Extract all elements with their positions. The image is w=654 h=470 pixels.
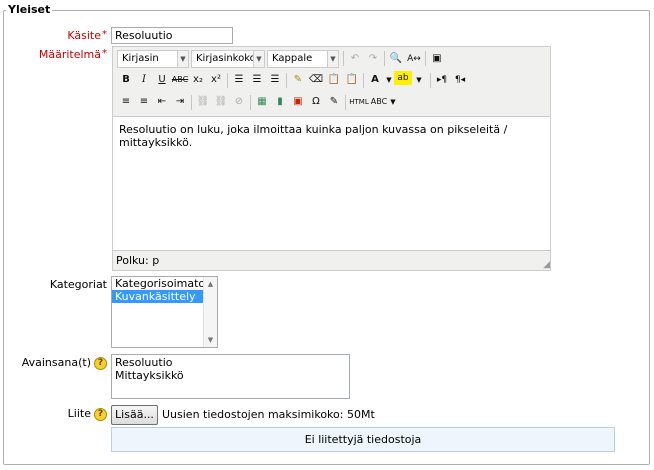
eraser-icon[interactable]: ⌫ bbox=[307, 71, 325, 89]
cleanup-brush-icon[interactable]: ✎ bbox=[289, 71, 307, 89]
font-family-select[interactable]: Kirjasin ▼ bbox=[117, 50, 189, 68]
required-mark: * bbox=[102, 29, 107, 40]
keyword-line: Resoluutio bbox=[115, 356, 173, 369]
toolbar-separator bbox=[425, 51, 426, 66]
editor-content-area[interactable]: Resoluutio on luku, joka ilmoittaa kuink… bbox=[113, 116, 550, 251]
font-size-value: Kirjasinkoko bbox=[196, 53, 256, 64]
format-select[interactable]: Kappale ▼ bbox=[267, 50, 339, 68]
editor-toolbar-row-2: B I U ABC x₂ x² ☰ ☰ ☰ ✎ ⌫ 📋 📋 A ▼ ab ▼ ▸… bbox=[113, 70, 550, 91]
nolink-icon[interactable]: ⊘ bbox=[230, 93, 248, 111]
chevron-down-icon: ▼ bbox=[327, 51, 338, 67]
indent-icon[interactable]: ⇥ bbox=[171, 93, 189, 111]
category-option[interactable]: Kuvankäsittely bbox=[112, 290, 204, 303]
categories-label: Kategoriat bbox=[49, 278, 107, 291]
superscript-icon[interactable]: x² bbox=[207, 71, 225, 89]
html-icon[interactable]: HTML bbox=[348, 93, 370, 111]
keywords-label-text: Avainsana(t) bbox=[21, 356, 91, 369]
numbered-list-icon[interactable]: ≡ bbox=[135, 93, 153, 111]
concept-label: Käsite* bbox=[40, 29, 107, 42]
align-left-icon[interactable]: ☰ bbox=[230, 71, 248, 89]
italic-icon[interactable]: I bbox=[135, 71, 153, 89]
rtl-icon[interactable]: ¶◂ bbox=[451, 71, 469, 89]
undo-icon[interactable]: ↶ bbox=[346, 50, 364, 68]
editor-toolbar-row-3: ≡ ≡ ⇤ ⇥ ⛓ ⛓ ⊘ ▦ ▮ ▣ Ω ✎ HTML ABC ▼ bbox=[113, 92, 550, 113]
toolbar-separator bbox=[286, 73, 287, 88]
special-char-icon[interactable]: Ω bbox=[307, 93, 325, 111]
keyword-line: Mittayksikkö bbox=[115, 369, 184, 382]
chevron-down-icon[interactable]: ▼ bbox=[410, 71, 428, 89]
toolbar-separator bbox=[345, 95, 346, 110]
concept-label-text: Käsite bbox=[67, 29, 101, 42]
strikethrough-icon[interactable]: ABC bbox=[171, 71, 189, 89]
definition-label-text: Määritelmä bbox=[38, 48, 101, 61]
editor-status-path: Polku: p bbox=[116, 254, 160, 267]
bullet-list-icon[interactable]: ≡ bbox=[117, 93, 135, 111]
bold-icon[interactable]: B bbox=[117, 71, 135, 89]
subscript-icon[interactable]: x₂ bbox=[189, 71, 207, 89]
image-icon[interactable]: ▦ bbox=[253, 93, 271, 111]
find-replace-icon[interactable]: A↔ bbox=[405, 50, 423, 68]
outdent-icon[interactable]: ⇤ bbox=[153, 93, 171, 111]
unlink-icon[interactable]: ⛓ bbox=[212, 93, 230, 111]
align-right-icon[interactable]: ☰ bbox=[266, 71, 284, 89]
resize-handle-icon[interactable]: ◢ bbox=[540, 260, 550, 270]
add-file-button[interactable]: Lisää... bbox=[111, 405, 158, 425]
equation-icon[interactable]: ✎ bbox=[325, 93, 343, 111]
align-center-icon[interactable]: ☰ bbox=[248, 71, 266, 89]
category-option[interactable]: Kategorisoimaton bbox=[112, 277, 212, 290]
max-file-size-text: Uusien tiedostojen maksimikoko: 50Mt bbox=[162, 408, 375, 421]
categories-select[interactable]: Kategorisoimaton Kuvankäsittely ▲ ▼ bbox=[111, 276, 218, 348]
link-icon[interactable]: ⛓ bbox=[194, 93, 212, 111]
ltr-icon[interactable]: ▸¶ bbox=[433, 71, 451, 89]
toolbar-separator bbox=[191, 95, 192, 110]
help-icon[interactable]: ? bbox=[94, 356, 107, 370]
font-size-select[interactable]: Kirjasinkoko ▼ bbox=[191, 50, 265, 68]
required-mark: * bbox=[102, 48, 107, 59]
toolbar-separator bbox=[430, 73, 431, 88]
chevron-down-icon[interactable]: ▼ bbox=[384, 93, 402, 111]
toolbar-separator bbox=[227, 73, 228, 88]
attached-files-box[interactable]: Ei liitettyjä tiedostoja bbox=[111, 427, 615, 452]
keywords-textarea[interactable]: Resoluutio Mittayksikkö bbox=[111, 354, 350, 399]
font-family-value: Kirjasin bbox=[122, 53, 159, 64]
fullscreen-icon[interactable]: ▣ bbox=[428, 50, 446, 68]
help-icon[interactable]: ? bbox=[94, 407, 107, 421]
underline-icon[interactable]: U bbox=[153, 71, 171, 89]
concept-input[interactable]: Resoluutio bbox=[111, 27, 233, 44]
scroll-up-icon[interactable]: ▲ bbox=[204, 277, 217, 291]
fieldset-legend: Yleiset bbox=[6, 3, 53, 16]
listbox-scrollbar[interactable]: ▲ ▼ bbox=[203, 277, 217, 347]
toolbar-separator bbox=[343, 51, 344, 66]
editor-toolbar-row-1: Kirjasin ▼ Kirjasinkoko ▼ Kappale ▼ ↶ ↷ … bbox=[113, 48, 550, 69]
format-value: Kappale bbox=[272, 53, 313, 64]
find-icon[interactable]: 🔍 bbox=[387, 50, 405, 68]
toolbar-separator bbox=[250, 95, 251, 110]
media-icon[interactable]: ▮ bbox=[271, 93, 289, 111]
attachment-label-text: Liite bbox=[67, 407, 91, 420]
scroll-down-icon[interactable]: ▼ bbox=[204, 333, 217, 347]
keywords-label: Avainsana(t)? bbox=[10, 356, 107, 370]
moodle-media-icon[interactable]: ▣ bbox=[289, 93, 307, 111]
definition-editor: Kirjasin ▼ Kirjasinkoko ▼ Kappale ▼ ↶ ↷ … bbox=[112, 46, 551, 271]
paste-icon[interactable]: 📋 bbox=[325, 71, 343, 89]
toolbar-separator bbox=[384, 51, 385, 66]
chevron-down-icon: ▼ bbox=[177, 51, 188, 67]
chevron-down-icon: ▼ bbox=[253, 51, 264, 67]
redo-icon[interactable]: ↷ bbox=[364, 50, 382, 68]
toolbar-separator bbox=[363, 73, 364, 88]
attachment-label: Liite? bbox=[40, 407, 107, 421]
paste-word-icon[interactable]: 📋 bbox=[343, 71, 361, 89]
definition-label: Määritelmä* bbox=[20, 48, 107, 61]
